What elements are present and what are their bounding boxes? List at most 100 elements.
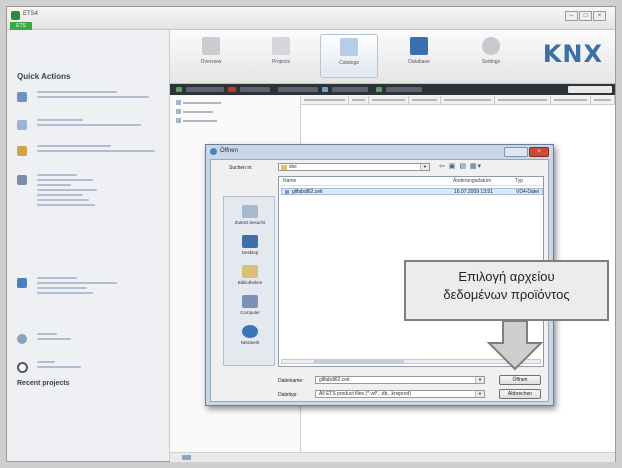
projects-icon <box>272 37 290 55</box>
column-header[interactable] <box>349 96 369 104</box>
toolbar-button[interactable] <box>278 87 318 92</box>
ets-app-icon <box>11 11 20 20</box>
column-type[interactable]: Typ <box>515 178 523 184</box>
dialog-close-button[interactable]: × <box>529 147 549 157</box>
filetype-label: Dateityp: <box>278 392 298 398</box>
column-header[interactable] <box>591 96 615 104</box>
place-network[interactable]: Netzwerk <box>224 325 276 345</box>
file-row[interactable]: gllfabdl62.ceit 16.07.2009 13:51 VD4-Dat… <box>281 188 543 195</box>
file-type: VD4-Datei <box>516 189 540 195</box>
network-globe-icon <box>242 325 258 338</box>
callout-line-1: Επιλογή αρχείου <box>458 269 555 284</box>
ribbon-label: Database <box>408 59 430 65</box>
down-arrow-icon <box>486 321 544 371</box>
quick-actions-title: Quick Actions <box>17 72 71 81</box>
help-icon <box>17 334 27 344</box>
add-icon[interactable] <box>376 87 382 92</box>
open-button[interactable]: Öffnen <box>499 375 541 385</box>
status-icon <box>182 455 191 460</box>
filename-input[interactable]: gllfabdl62.ceit ▼ <box>315 376 485 384</box>
toolbar-button[interactable] <box>240 87 270 92</box>
cancel-button[interactable]: Abbrechen <box>499 389 541 399</box>
look-in-label: Suchen in: <box>229 165 253 171</box>
new-project-icon <box>17 120 27 130</box>
chevron-down-icon[interactable]: ▼ <box>420 164 429 170</box>
filename-label: Dateiname: <box>278 378 304 384</box>
annotation-callout: Επιλογή αρχείου δεδομένων προϊόντος <box>404 260 609 321</box>
computer-icon <box>242 295 258 308</box>
chevron-down-icon[interactable]: ▼ <box>475 391 484 397</box>
ribbon-button-database[interactable]: Database <box>390 34 448 78</box>
quick-action-item[interactable] <box>17 332 162 352</box>
status-bar <box>170 452 615 462</box>
column-header[interactable] <box>441 96 495 104</box>
dialog-minmax-buttons[interactable] <box>504 147 528 157</box>
ribbon-label: Projects <box>271 59 291 65</box>
ribbon-button-catalogs[interactable]: Catalogs <box>320 34 378 78</box>
place-libraries[interactable]: Bibliotheken <box>224 265 276 285</box>
file-name: gllfabdl62.ceit <box>292 189 323 195</box>
export-icon[interactable] <box>322 87 328 92</box>
toolbar-button[interactable] <box>332 87 368 92</box>
quick-action-item[interactable] <box>17 173 162 233</box>
desktop-icon <box>242 235 258 248</box>
recent-places-icon <box>242 205 258 218</box>
quick-action-item[interactable] <box>17 276 162 312</box>
ribbon-button-projects[interactable]: Projects <box>252 34 310 78</box>
import-project-icon <box>17 146 27 156</box>
connection-icon <box>17 92 27 102</box>
column-header[interactable] <box>369 96 409 104</box>
catalog-toolbar <box>170 84 615 95</box>
look-in-combo[interactable]: ske ▼ <box>278 163 430 171</box>
catalog-column-headers <box>301 96 615 105</box>
place-desktop[interactable]: Desktop <box>224 235 276 255</box>
quick-action-item[interactable] <box>17 144 162 164</box>
quick-action-item[interactable] <box>17 90 162 110</box>
file-date: 16.07.2009 13:51 <box>454 189 493 195</box>
place-recent[interactable]: Zuletzt besucht <box>224 205 276 225</box>
quick-action-item[interactable] <box>17 360 162 380</box>
title-bar: ETS4 ETS – □ × <box>7 7 615 31</box>
app-title: ETS4 <box>23 11 39 17</box>
places-bar: Zuletzt besucht Desktop Bibliotheken Com… <box>223 196 275 366</box>
column-header[interactable] <box>301 96 349 104</box>
filename-value: gllfabdl62.ceit <box>319 377 350 383</box>
ribbon-label: Settings <box>481 59 501 65</box>
maximize-button[interactable]: □ <box>579 11 592 21</box>
ribbon-button-overview[interactable]: Overview <box>182 34 240 78</box>
filetype-value: All ETS product files (*.vd*, .db, .knxp… <box>319 391 411 397</box>
close-button[interactable]: × <box>593 11 606 21</box>
nav-toolbar-icons[interactable]: ⇦ ▣ ▤ ▦▾ <box>439 162 482 170</box>
column-date[interactable]: Änderungsdatum <box>453 178 491 184</box>
recent-projects-title: Recent projects <box>17 380 70 387</box>
look-in-value: ske <box>289 164 297 170</box>
ribbon-label: Overview <box>200 59 222 65</box>
tree-item[interactable] <box>176 100 221 106</box>
tree-item[interactable] <box>176 109 213 115</box>
quick-action-item[interactable] <box>17 118 162 138</box>
exit-icon <box>17 362 28 373</box>
ribbon-label: Catalogs <box>339 60 359 66</box>
column-name[interactable]: Name <box>283 178 296 184</box>
quick-actions-sidebar: Quick Actions Recent projects <box>7 30 170 461</box>
filetype-select[interactable]: All ETS product files (*.vd*, .db, .knxp… <box>315 390 485 398</box>
delete-icon[interactable] <box>228 87 236 92</box>
callout-line-2: δεδομένων προϊόντος <box>443 287 570 302</box>
ribbon: Overview Projects Catalogs Database Sett… <box>170 30 615 84</box>
chevron-down-icon[interactable]: ▼ <box>475 377 484 383</box>
import-data-icon <box>17 278 27 288</box>
toolbar-button[interactable] <box>186 87 224 92</box>
minimize-button[interactable]: – <box>565 11 578 21</box>
search-input[interactable] <box>568 86 612 93</box>
dialog-title: Öffnen <box>220 148 238 154</box>
column-header[interactable] <box>409 96 441 104</box>
place-computer[interactable]: Computer <box>224 295 276 315</box>
column-header[interactable] <box>495 96 551 104</box>
overview-icon <box>202 37 220 55</box>
import-icon[interactable] <box>176 87 182 92</box>
toolbar-button[interactable] <box>386 87 422 92</box>
settings-gear-icon <box>482 37 500 55</box>
ribbon-button-settings[interactable]: Settings <box>462 34 520 78</box>
column-header[interactable] <box>551 96 591 104</box>
tree-item[interactable] <box>176 118 217 124</box>
